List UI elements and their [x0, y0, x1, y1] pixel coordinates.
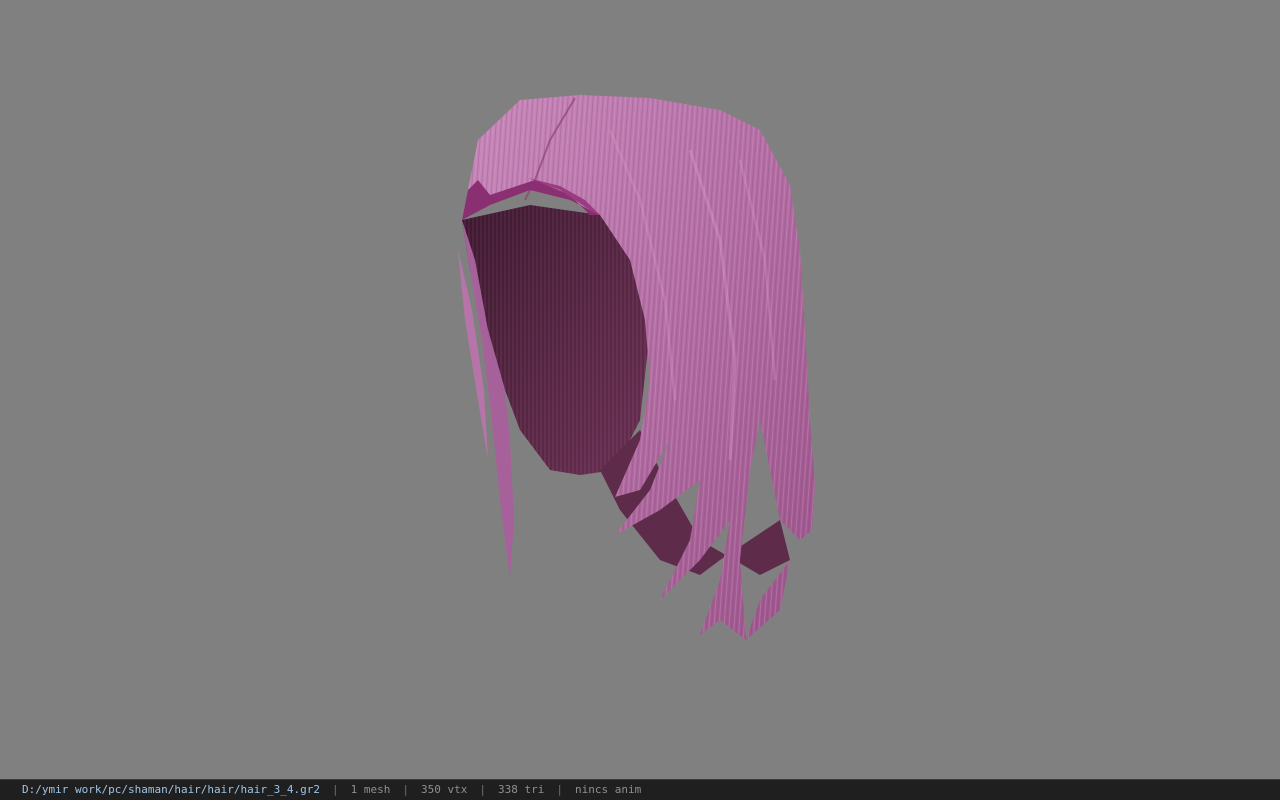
separator: | — [556, 783, 563, 796]
triangle-count: 338 tri — [498, 783, 545, 796]
separator: | — [332, 783, 339, 796]
animation-status: nincs anim — [574, 783, 642, 796]
3d-viewport[interactable] — [0, 0, 1280, 779]
status-bar: D:/ymir work/pc/shaman/hair/hair/hair_3_… — [0, 779, 1280, 800]
file-path: D:/ymir work/pc/shaman/hair/hair/hair_3_… — [22, 783, 321, 796]
separator: | — [479, 783, 486, 796]
vertex-count: 350 vtx — [421, 783, 468, 796]
hair-model — [458, 95, 815, 640]
separator: | — [402, 783, 410, 796]
mesh-count: 1 mesh — [350, 783, 391, 796]
